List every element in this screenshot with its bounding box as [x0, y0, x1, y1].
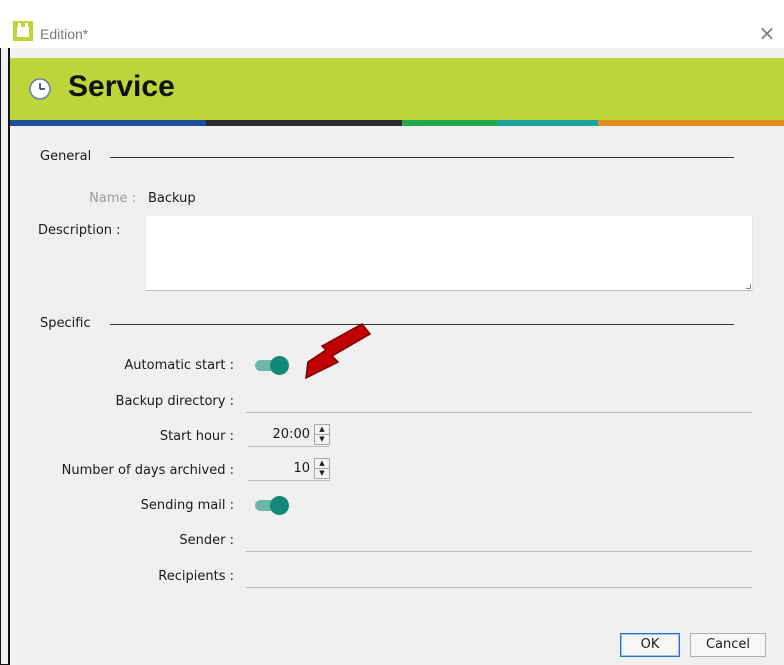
specific-section-title: Specific — [40, 316, 91, 331]
backup-directory-label: Backup directory : — [115, 394, 234, 409]
sender-label: Sender : — [179, 533, 234, 548]
header-banner: Service — [10, 58, 784, 120]
description-label: Description : — [38, 223, 121, 238]
resize-grip-icon[interactable] — [746, 284, 751, 289]
start-hour-spinner[interactable]: 20:00 ▲ ▼ — [248, 424, 330, 447]
days-archived-spinner[interactable]: 10 ▲ ▼ — [248, 458, 330, 481]
banner-stripe-green — [402, 120, 498, 126]
start-hour-arrows: ▲ ▼ — [314, 424, 330, 445]
close-button[interactable]: × — [754, 20, 780, 46]
specific-divider — [110, 324, 734, 325]
title-bar: Edition* × — [0, 8, 784, 48]
backup-directory-input[interactable] — [246, 390, 752, 413]
sender-input[interactable] — [246, 529, 752, 552]
days-archived-arrows: ▲ ▼ — [314, 458, 330, 479]
days-archived-value[interactable]: 10 — [293, 461, 310, 476]
toggle-knob — [270, 496, 289, 515]
days-archived-up-icon[interactable]: ▲ — [315, 459, 329, 469]
start-hour-up-icon[interactable]: ▲ — [315, 425, 329, 435]
app-window-icon — [13, 21, 33, 41]
recipients-label: Recipients : — [158, 569, 234, 584]
start-hour-down-icon[interactable]: ▼ — [315, 435, 329, 444]
cancel-button[interactable]: Cancel — [690, 633, 766, 657]
toggle-knob — [270, 356, 289, 375]
banner-stripe-teal — [498, 120, 598, 126]
banner-stripe-blue — [10, 120, 206, 126]
automatic-start-label: Automatic start : — [124, 358, 234, 373]
start-hour-value[interactable]: 20:00 — [273, 427, 310, 442]
close-icon: × — [758, 21, 776, 45]
days-archived-down-icon[interactable]: ▼ — [315, 469, 329, 478]
name-value[interactable]: Backup — [148, 191, 196, 206]
start-hour-label: Start hour : — [159, 429, 234, 444]
sending-mail-toggle[interactable] — [253, 496, 289, 515]
automatic-start-toggle[interactable] — [253, 356, 289, 375]
recipients-input[interactable] — [246, 565, 752, 588]
banner-stripe-orange — [598, 120, 784, 126]
general-divider — [110, 157, 734, 158]
general-section-title: General — [40, 149, 92, 164]
name-label: Name : — [89, 191, 136, 206]
sending-mail-label: Sending mail : — [140, 498, 234, 513]
annotation-arrow-icon — [305, 323, 372, 380]
banner-stripe-dark — [206, 120, 402, 126]
days-archived-label: Number of days archived : — [61, 463, 234, 478]
description-field[interactable] — [146, 216, 753, 291]
clock-icon — [29, 78, 51, 100]
page-title: Service — [68, 70, 175, 103]
window-title: Edition* — [40, 26, 89, 42]
ok-button[interactable]: OK — [620, 633, 680, 657]
